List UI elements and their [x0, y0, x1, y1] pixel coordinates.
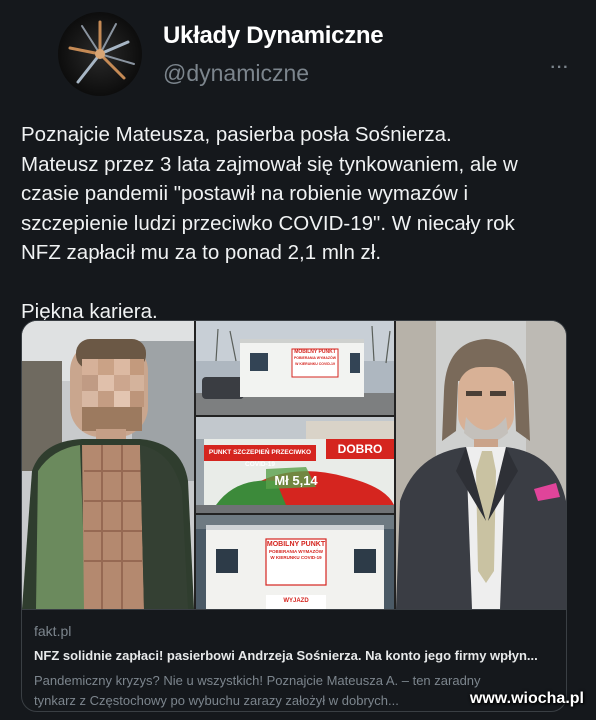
vaccination-sign-right: DOBRO — [337, 442, 383, 456]
tweet-line: czasie pandemii "postawił na robienie wy… — [21, 182, 469, 205]
card-image-collage[interactable]: MOBILNY PUNKT POBIERANIA WYMAZÓW W KIERU… — [22, 321, 566, 609]
spark-icon — [68, 20, 135, 84]
tweet-text: Poznajcie Mateusza, pasierba posła Sośni… — [21, 120, 581, 326]
photo-politician — [396, 321, 566, 609]
photo-vaccination-point: PUNKT SZCZEPIEŃ PRZECIWKO COVID-19 DOBRO… — [196, 417, 394, 513]
tweet-line: NFZ zapłacił mu za to ponad 2,1 mln zł. — [21, 241, 382, 264]
more-dots-icon: ··· — [550, 59, 570, 76]
watermark: www.wiocha.pl — [469, 690, 584, 707]
avatar[interactable] — [58, 12, 142, 96]
tweet-line: szczepienie ludzi przeciwko COVID-19". W… — [21, 211, 515, 235]
more-options-button[interactable]: ··· — [548, 56, 572, 80]
sign-bottom-exit: WYJAZD — [283, 598, 309, 604]
card-description-line: Pandemiczny kryzys? Nie u wszystkich! Po… — [34, 673, 481, 688]
sign-bottom-line: W KIERUNKU COVID-19 — [270, 555, 322, 560]
photo-mobile-point-bottom: MOBILNY PUNKT POBIERANIA WYMAZÓW W KIERU… — [196, 515, 394, 609]
tweet-line: Mateusz przez 3 lata zajmował się tynkow… — [21, 152, 518, 176]
sign-bottom-line: MOBILNY PUNKT — [266, 541, 326, 548]
author-handle[interactable]: @dynamiczne — [163, 60, 309, 87]
author-display-name[interactable]: Układy Dynamiczne — [163, 22, 384, 50]
photo-young-man — [22, 321, 194, 609]
card-title[interactable]: NFZ solidnie zapłaci! pasierbowi Andrzej… — [34, 646, 556, 666]
photo-mobile-point-top: MOBILNY PUNKT POBIERANIA WYMAZÓW W KIERU… — [196, 321, 394, 415]
vaccination-banner: PUNKT SZCZEPIEŃ PRZECIWKO COVID-19 — [208, 449, 312, 468]
tweet-line: Poznajcie Mateusza, pasierba posła Sośni… — [21, 123, 452, 146]
card-domain: fakt.pl — [34, 623, 72, 639]
sign-top-line: W KIERUNKU COVID-19 — [295, 362, 335, 366]
link-preview-card[interactable]: MOBILNY PUNKT POBIERANIA WYMAZÓW W KIERU… — [21, 320, 567, 712]
vaccination-graffiti: Mł 5,14 — [274, 473, 318, 488]
